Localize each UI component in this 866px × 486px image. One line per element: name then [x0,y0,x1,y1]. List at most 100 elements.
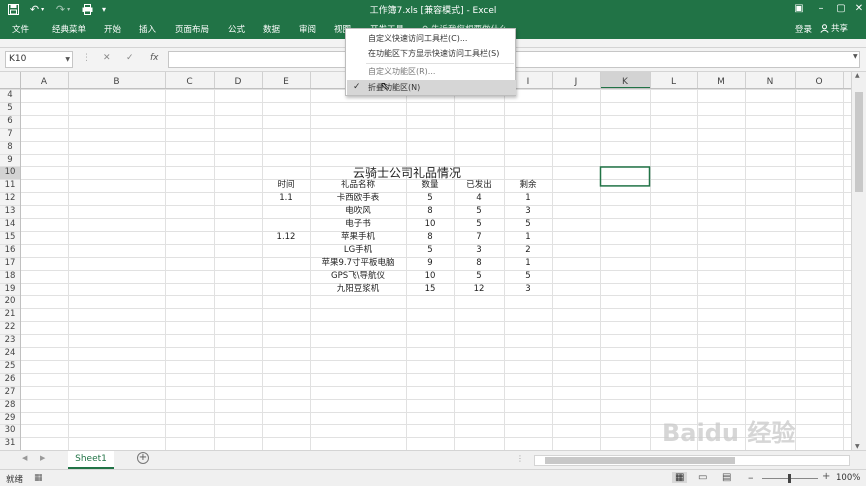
tab-insert[interactable]: 插入 [139,23,156,35]
table-cell: 5 [476,206,482,217]
share-button[interactable]: 共享 [820,22,848,34]
login-button[interactable]: 登录 [795,23,812,35]
tab-home[interactable]: 开始 [104,23,121,35]
row-header-14[interactable]: 14 [0,218,20,231]
row-header-21[interactable]: 21 [0,308,20,321]
row-header-17[interactable]: 17 [0,257,20,270]
table-cell: 12 [473,283,485,294]
horizontal-scroll-thumb[interactable] [545,457,735,464]
table-cell: 1 [525,257,531,268]
row-header-10[interactable]: 10 [0,166,20,179]
minimize-icon[interactable]: – [810,1,832,17]
row-header-18[interactable]: 18 [0,270,20,283]
zoom-level[interactable]: 100% [836,473,860,483]
sheet-tabs-bar: ◀ ▶ Sheet1 + ⋮ [0,450,866,469]
row-header-26[interactable]: 26 [0,373,20,386]
row-header-5[interactable]: 5 [0,102,20,115]
tab-file[interactable]: 文件 [12,23,29,35]
column-header-d[interactable]: D [214,75,262,89]
row-header-28[interactable]: 28 [0,399,20,412]
prev-sheet-icon[interactable]: ◀ [22,454,27,462]
scroll-up-icon[interactable]: ▲ [855,72,860,79]
table-cell: 1.12 [276,231,296,242]
row-header-31[interactable]: 31 [0,437,20,450]
row-header-19[interactable]: 19 [0,283,20,296]
next-sheet-icon[interactable]: ▶ [40,454,45,462]
title-bar: ↶ ▾ ↷ ▾ ▾ 工作簿7.xls [兼容模式] - Excel ▣ – ▢ ✕ [0,0,866,19]
mouse-cursor-icon: ⇖ [380,79,391,93]
table-cell: 8 [427,206,433,217]
row-header-15[interactable]: 15 [0,231,20,244]
name-box[interactable]: K10 ▼ [5,51,73,68]
page-layout-view-icon[interactable]: ▭ [698,472,707,483]
enter-icon[interactable]: ✓ [126,53,134,63]
tab-formulas[interactable]: 公式 [228,23,245,35]
row-header-30[interactable]: 30 [0,424,20,437]
row-header-25[interactable]: 25 [0,360,20,373]
row-header-29[interactable]: 29 [0,412,20,425]
tab-page-layout[interactable]: 页面布局 [175,23,209,35]
vertical-scroll-thumb[interactable] [855,92,863,192]
zoom-out-icon[interactable]: – [748,471,754,484]
row-header-24[interactable]: 24 [0,347,20,360]
insert-function-icon[interactable]: fx [150,53,159,63]
menu-item-show-qat-below[interactable]: 在功能区下方显示快速访问工具栏(S) [347,46,516,61]
menu-item-customize-qat[interactable]: 自定义快速访问工具栏(C)... [347,31,516,46]
row-header-16[interactable]: 16 [0,244,20,257]
column-header-a[interactable]: A [20,75,68,89]
table-header-cell: 礼品名称 [340,180,375,191]
column-header-k[interactable]: K [600,75,650,89]
normal-view-icon[interactable]: ▦ [672,472,688,483]
table-cell: 5 [525,270,531,281]
column-header-j[interactable]: J [552,75,600,89]
row-header-22[interactable]: 22 [0,321,20,334]
ribbon-display-icon[interactable]: ▣ [788,1,810,17]
worksheet-grid[interactable]: ABCDEFGHIJKLMNO 456789101112131415161718… [0,72,866,450]
horizontal-scrollbar[interactable] [534,455,850,466]
column-header-n[interactable]: N [745,75,795,89]
column-header-l[interactable]: L [650,75,697,89]
table-cell: 15 [424,283,436,294]
tab-classic-menu[interactable]: 经典菜单 [52,23,86,35]
vertical-scrollbar[interactable]: ▲ ▼ [851,72,866,450]
tab-data[interactable]: 数据 [263,23,280,35]
row-header-8[interactable]: 8 [0,141,20,154]
row-header-9[interactable]: 9 [0,154,20,167]
name-box-value: K10 [9,54,27,64]
column-header-m[interactable]: M [697,75,745,89]
row-header-27[interactable]: 27 [0,386,20,399]
zoom-slider[interactable] [762,474,818,483]
menu-item-collapse-ribbon[interactable]: ✓ 折叠功能区(N) [347,80,516,95]
menu-item-customize-ribbon[interactable]: 自定义功能区(R)... [347,64,516,79]
row-header-13[interactable]: 13 [0,205,20,218]
selected-cell-k10[interactable] [599,166,651,187]
scroll-down-icon[interactable]: ▼ [855,443,860,450]
table-cell: 5 [476,270,482,281]
split-handle-icon[interactable]: ⋮ [516,454,524,463]
row-header-4[interactable]: 4 [0,89,20,102]
close-icon[interactable]: ✕ [848,1,866,17]
table-header-cell: 剩余 [519,180,537,191]
zoom-slider-knob[interactable] [788,474,791,483]
chevron-down-icon[interactable]: ▼ [65,52,70,67]
column-header-c[interactable]: C [165,75,214,89]
page-break-view-icon[interactable]: ▤ [722,472,731,483]
expand-formula-icon[interactable]: ▼ [853,53,858,60]
column-header-o[interactable]: O [795,75,843,89]
zoom-in-icon[interactable]: + [822,471,830,482]
table-header-cell: 已发出 [466,180,492,191]
cancel-icon[interactable]: ✕ [103,53,111,63]
table-cell: LG手机 [343,244,373,255]
add-sheet-icon[interactable]: + [137,452,149,464]
sheet-tab-sheet1[interactable]: Sheet1 [68,451,114,469]
row-header-11[interactable]: 11 [0,179,20,192]
tab-review[interactable]: 审阅 [299,23,316,35]
column-header-b[interactable]: B [68,75,165,89]
macro-record-icon[interactable]: ▦ [34,473,43,483]
row-header-7[interactable]: 7 [0,128,20,141]
column-header-e[interactable]: E [262,75,310,89]
row-header-6[interactable]: 6 [0,115,20,128]
row-header-12[interactable]: 12 [0,192,20,205]
row-header-23[interactable]: 23 [0,334,20,347]
row-header-20[interactable]: 20 [0,295,20,308]
